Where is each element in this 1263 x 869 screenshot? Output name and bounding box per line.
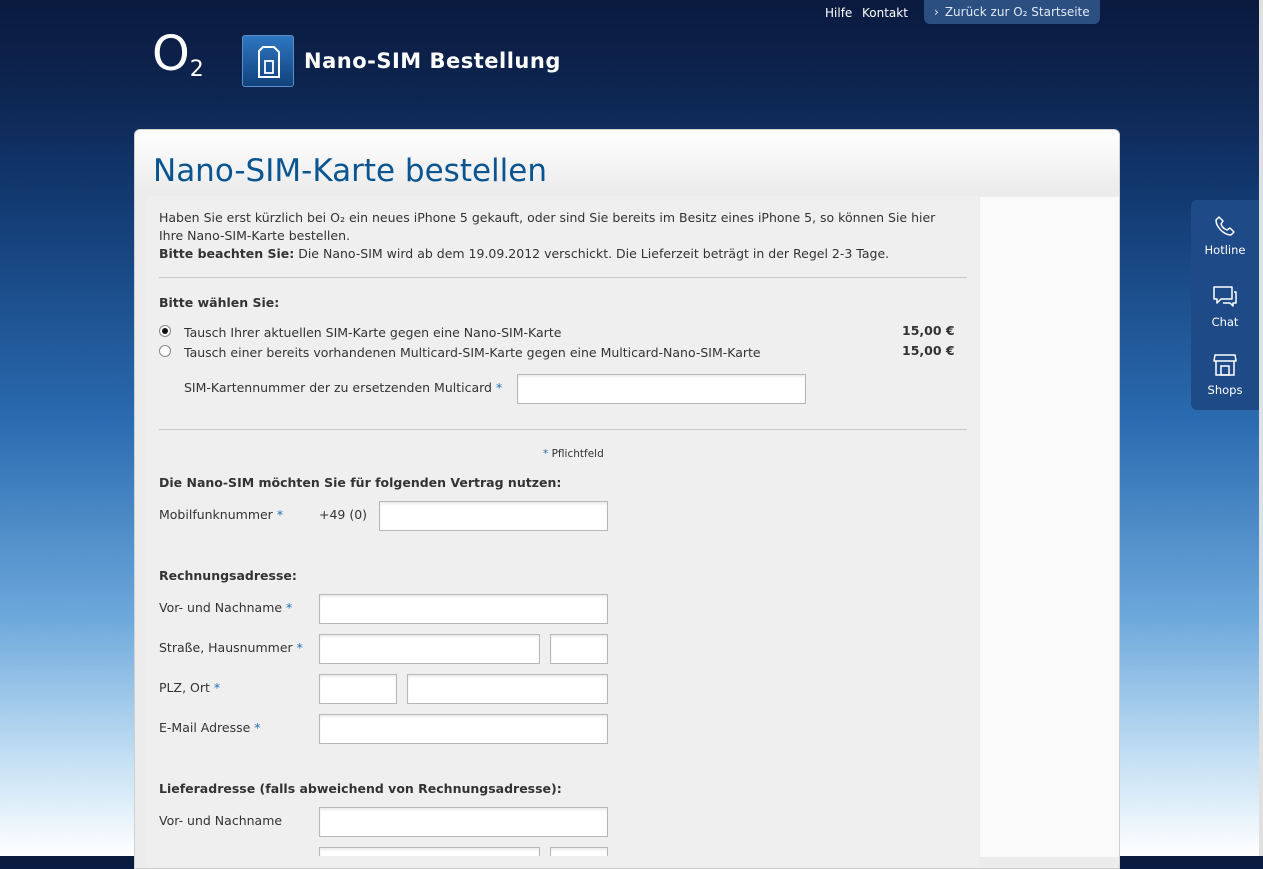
- option-radio-nano-sim[interactable]: [159, 325, 171, 337]
- billing-city-input[interactable]: [407, 674, 608, 704]
- option-price-multicard: 15,00 €: [902, 343, 955, 358]
- notice-label: Bitte beachten Sie:: [159, 246, 295, 261]
- mobile-number-label: Mobilfunknummer *: [159, 507, 284, 522]
- card-right-column: [980, 197, 1119, 857]
- billing-email-label: E-Mail Adresse *: [159, 720, 261, 735]
- billing-heading: Rechnungsadresse:: [159, 568, 297, 583]
- sidebar-label-shops: Shops: [1207, 383, 1243, 397]
- app-title: Nano-SIM Bestellung: [304, 49, 561, 73]
- back-to-homepage-button[interactable]: › Zurück zur O₂ Startseite: [924, 0, 1100, 24]
- sidebar-label-chat: Chat: [1211, 315, 1239, 329]
- mobile-number-input[interactable]: [379, 501, 608, 531]
- page-title: Nano-SIM-Karte bestellen: [153, 153, 547, 189]
- option-price-nano-sim: 15,00 €: [902, 323, 955, 338]
- billing-street-label: Straße, Hausnummer *: [159, 640, 303, 655]
- notice: Bitte beachten Sie: Die Nano-SIM wird ab…: [159, 246, 889, 261]
- chat-icon: [1213, 286, 1237, 307]
- sidebar-label-hotline: Hotline: [1204, 243, 1246, 257]
- o2-logo[interactable]: O2: [152, 26, 204, 82]
- billing-name-input[interactable]: [319, 594, 608, 624]
- shop-icon: [1213, 354, 1237, 376]
- divider: [159, 429, 967, 430]
- sim-card-icon: [242, 35, 294, 87]
- contact-link[interactable]: Kontakt: [862, 6, 908, 20]
- contract-heading: Die Nano-SIM möchten Sie für folgenden V…: [159, 475, 562, 490]
- sidebar-item-chat[interactable]: Chat: [1191, 285, 1259, 329]
- top-navigation: Hilfe Kontakt › Zurück zur O₂ Startseite: [0, 0, 1263, 28]
- option-label-multicard[interactable]: Tausch einer bereits vorhandenen Multica…: [184, 345, 761, 360]
- multicard-number-input[interactable]: [517, 374, 806, 404]
- option-label-nano-sim[interactable]: Tausch Ihrer aktuellen SIM-Karte gegen e…: [184, 325, 561, 340]
- intro-line-2: Ihre Nano-SIM-Karte bestellen.: [159, 228, 350, 243]
- option-radio-multicard[interactable]: [159, 345, 171, 357]
- billing-name-label: Vor- und Nachname *: [159, 600, 293, 615]
- phone-icon: [1215, 216, 1235, 236]
- billing-zip-input[interactable]: [319, 674, 397, 704]
- sidebar-item-hotline[interactable]: Hotline: [1191, 215, 1259, 257]
- required-note: * Pflichtfeld: [543, 448, 604, 460]
- back-to-homepage-label: Zurück zur O₂ Startseite: [944, 5, 1090, 19]
- chevron-right-icon: ›: [934, 5, 939, 19]
- sidebar-item-shops[interactable]: Shops: [1191, 353, 1259, 397]
- divider: [159, 277, 967, 278]
- delivery-street-input[interactable]: [319, 847, 540, 856]
- contact-sidebar: Hotline Chat Shops: [1191, 200, 1259, 410]
- window-scrollbar[interactable]: [1259, 0, 1263, 856]
- choice-heading: Bitte wählen Sie:: [159, 295, 280, 310]
- multicard-number-label: SIM-Kartennummer der zu ersetzenden Mult…: [184, 380, 503, 395]
- delivery-name-input[interactable]: [319, 807, 608, 837]
- delivery-house-number-input[interactable]: [550, 847, 608, 856]
- billing-email-input[interactable]: [319, 714, 608, 744]
- billing-house-number-input[interactable]: [550, 634, 608, 664]
- billing-zip-city-label: PLZ, Ort *: [159, 680, 221, 695]
- delivery-heading: Lieferadresse (falls abweichend von Rech…: [159, 781, 562, 796]
- delivery-name-label: Vor- und Nachname: [159, 813, 283, 828]
- intro-line-1: Haben Sie erst kürzlich bei O₂ ein neues…: [159, 210, 936, 225]
- notice-text: Die Nano-SIM wird ab dem 19.09.2012 vers…: [294, 246, 890, 261]
- help-link[interactable]: Hilfe: [825, 6, 852, 20]
- billing-street-input[interactable]: [319, 634, 540, 664]
- country-prefix: +49 (0): [319, 507, 368, 522]
